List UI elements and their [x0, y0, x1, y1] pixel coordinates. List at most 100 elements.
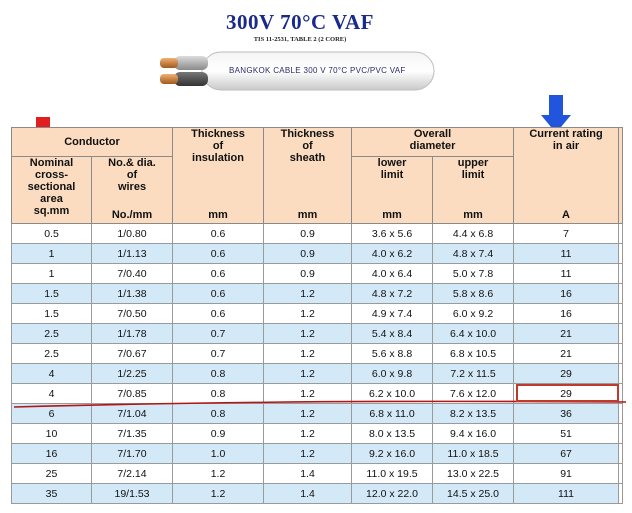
- insulation-cell: 1.2: [172, 463, 265, 484]
- wires-cell: 7/0.67: [90, 343, 174, 364]
- upper-limit-cell: 6.8 x 10.5: [432, 343, 515, 364]
- table-row: 2.5 1/1.78 0.7 1.2 5.4 x 8.4 6.4 x 10.0 21: [11, 323, 624, 344]
- upper-limit-cell: 14.5 x 25.0: [432, 483, 515, 504]
- sheath-cell: 1.2: [263, 363, 353, 384]
- lower-limit-cell: 11.0 x 19.5: [351, 463, 434, 484]
- table-row: 1.5 7/0.50 0.6 1.2 4.9 x 7.4 6.0 x 9.2 16: [11, 303, 624, 324]
- table-row: 1.5 1/1.38 0.6 1.2 4.8 x 7.2 5.8 x 8.6 16: [11, 283, 624, 304]
- current-cell: 111: [513, 483, 620, 504]
- current-cell: 11: [513, 263, 620, 284]
- insulation-cell: 0.6: [172, 243, 265, 264]
- area-cell: 25: [11, 463, 92, 484]
- wires-cell: 1/2.25: [90, 363, 174, 384]
- sheath-cell: 0.9: [263, 263, 353, 284]
- lower-limit-cell: 4.0 x 6.4: [351, 263, 434, 284]
- insulation-cell: 0.6: [172, 223, 265, 244]
- table-row: 2.5 7/0.67 0.7 1.2 5.6 x 8.8 6.8 x 10.5 21: [11, 343, 624, 364]
- lower-limit-cell: 4.9 x 7.4: [351, 303, 434, 324]
- wires-cell: 1/0.80: [90, 223, 174, 244]
- lower-limit-cell: 3.6 x 5.6: [351, 223, 434, 244]
- insulation-cell: 0.6: [172, 283, 265, 304]
- current-cell: 16: [513, 283, 620, 304]
- extra-cell: [618, 483, 624, 504]
- wires-cell: 1/1.13: [90, 243, 174, 264]
- sheath-cell: 1.4: [263, 463, 353, 484]
- table-row: 10 7/1.35 0.9 1.2 8.0 x 13.5 9.4 x 16.0 51: [11, 423, 624, 444]
- table-row: 16 7/1.70 1.0 1.2 9.2 x 16.0 11.0 x 18.5 67: [11, 443, 624, 464]
- extra-cell: [618, 243, 624, 264]
- current-cell: 29: [513, 363, 620, 384]
- table-row: 1 7/0.40 0.6 0.9 4.0 x 6.4 5.0 x 7.8 11: [11, 263, 624, 284]
- extra-cell: [618, 263, 624, 284]
- extra-cell: [618, 363, 624, 384]
- extra-cell: [618, 423, 624, 444]
- header-current-rating: Current rating in air A: [513, 127, 620, 224]
- header-sheath: Thickness of sheath mm: [263, 127, 353, 224]
- upper-limit-cell: 4.8 x 7.4: [432, 243, 515, 264]
- sheath-cell: 1.2: [263, 283, 353, 304]
- header-nominal-area: Nominal cross- sectional area sq.mm: [11, 156, 92, 224]
- area-cell: 2.5: [11, 323, 92, 344]
- current-cell: 51: [513, 423, 620, 444]
- current-cell: 21: [513, 323, 620, 344]
- header-insulation: Thickness of insulation mm: [172, 127, 265, 224]
- upper-limit-cell: 6.0 x 9.2: [432, 303, 515, 324]
- current-cell: 21: [513, 343, 620, 364]
- extra-cell: [618, 283, 624, 304]
- insulation-cell: 0.8: [172, 363, 265, 384]
- wires-cell: 1/1.38: [90, 283, 174, 304]
- area-cell: 1: [11, 243, 92, 264]
- upper-limit-cell: 9.4 x 16.0: [432, 423, 515, 444]
- lower-limit-cell: 5.6 x 8.8: [351, 343, 434, 364]
- upper-limit-cell: 6.4 x 10.0: [432, 323, 515, 344]
- insulation-cell: 1.0: [172, 443, 265, 464]
- lower-limit-cell: 4.0 x 6.2: [351, 243, 434, 264]
- wires-cell: 7/1.35: [90, 423, 174, 444]
- extra-cell: [618, 463, 624, 484]
- wires-cell: 7/1.70: [90, 443, 174, 464]
- extra-cell: [618, 303, 624, 324]
- header-upper-limit: upper limit mm: [432, 156, 515, 224]
- wires-cell: 1/1.78: [90, 323, 174, 344]
- lower-limit-cell: 4.8 x 7.2: [351, 283, 434, 304]
- header-lower-limit: lower limit mm: [351, 156, 434, 224]
- sheath-cell: 1.2: [263, 323, 353, 344]
- upper-limit-cell: 11.0 x 18.5: [432, 443, 515, 464]
- upper-limit-cell: 4.4 x 6.8: [432, 223, 515, 244]
- table-row: 25 7/2.14 1.2 1.4 11.0 x 19.5 13.0 x 22.5 91: [11, 463, 624, 484]
- wires-cell: 19/1.53: [90, 483, 174, 504]
- header-overall-diameter: Overall diameter: [351, 127, 515, 157]
- sheath-cell: 1.2: [263, 443, 353, 464]
- area-cell: 2.5: [11, 343, 92, 364]
- insulation-cell: 0.6: [172, 263, 265, 284]
- sheath-cell: 1.4: [263, 483, 353, 504]
- sheath-cell: 1.2: [263, 423, 353, 444]
- table-row: 0.5 1/0.80 0.6 0.9 3.6 x 5.6 4.4 x 6.8 7: [11, 223, 624, 244]
- lower-limit-cell: 5.4 x 8.4: [351, 323, 434, 344]
- current-cell: 91: [513, 463, 620, 484]
- header-wires: No.& dia. of wires No./mm: [90, 156, 174, 224]
- sheath-cell: 1.2: [263, 343, 353, 364]
- insulation-cell: 0.9: [172, 423, 265, 444]
- cable-print-label: BANGKOK CABLE 300 V 70°C PVC/PVC VAF: [229, 66, 406, 75]
- upper-limit-cell: 5.8 x 8.6: [432, 283, 515, 304]
- document-title: 300V 70°C VAF: [226, 10, 374, 34]
- area-cell: 16: [11, 443, 92, 464]
- area-cell: 10: [11, 423, 92, 444]
- highlight-box: [516, 384, 619, 402]
- upper-limit-cell: 7.2 x 11.5: [432, 363, 515, 384]
- document-subtitle: TIS 11-2531, TABLE 2 (2 CORE): [253, 36, 347, 43]
- insulation-cell: 0.6: [172, 303, 265, 324]
- area-cell: 4: [11, 363, 92, 384]
- area-cell: 0.5: [11, 223, 92, 244]
- current-cell: 7: [513, 223, 620, 244]
- cable-spec-table: Conductor Thickness of insulation mm Thi…: [10, 127, 624, 504]
- table-row: 35 19/1.53 1.2 1.4 12.0 x 22.0 14.5 x 25.0 111: [11, 483, 624, 504]
- current-cell: 67: [513, 443, 620, 464]
- insulation-cell: 0.7: [172, 323, 265, 344]
- area-cell: 35: [11, 483, 92, 504]
- extra-cell: [618, 223, 624, 244]
- header-extra: [618, 127, 624, 224]
- extra-cell: [618, 443, 624, 464]
- current-cell: 11: [513, 243, 620, 264]
